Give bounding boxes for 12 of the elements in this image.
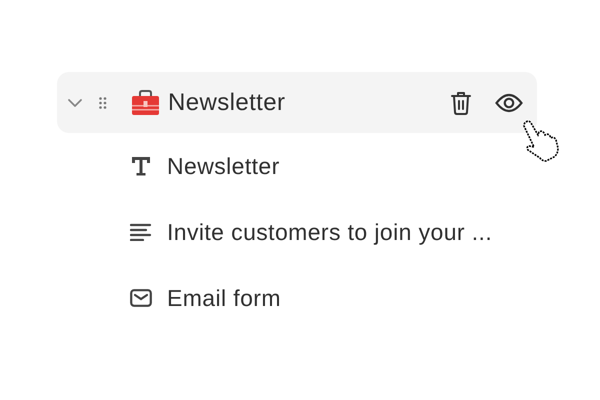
text-icon	[131, 156, 151, 176]
visibility-icon[interactable]	[495, 92, 523, 112]
block-label[interactable]: Invite customers to join your ...	[167, 220, 492, 244]
section-row[interactable]: Newsletter	[57, 72, 537, 133]
section-title: Newsletter	[168, 90, 286, 114]
envelope-icon	[130, 289, 152, 307]
toolbox-icon	[131, 90, 160, 116]
drag-handle-icon[interactable]	[99, 96, 107, 108]
paragraph-icon	[130, 223, 152, 241]
block-label[interactable]: Newsletter	[167, 154, 280, 178]
delete-icon[interactable]	[451, 90, 471, 114]
block-label[interactable]: Email form	[167, 286, 281, 310]
